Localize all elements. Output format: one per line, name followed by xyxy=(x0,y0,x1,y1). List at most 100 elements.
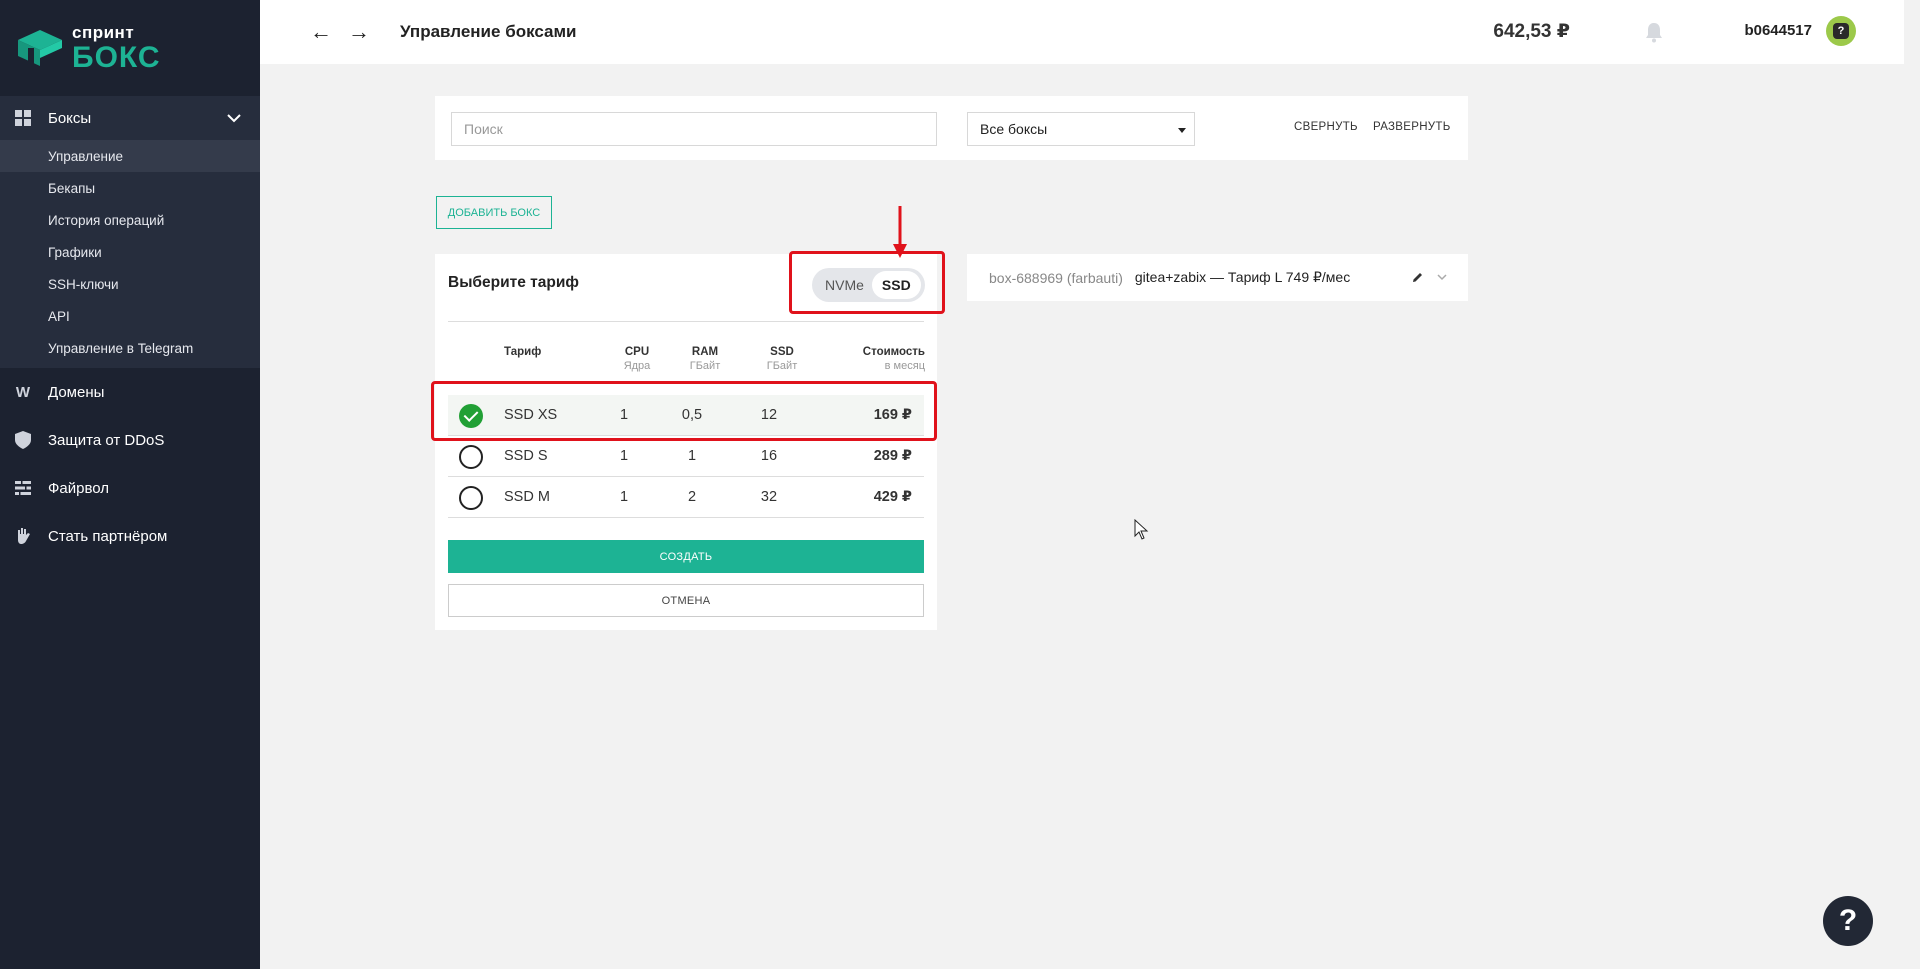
top-header: ← → Управление боксами 642,53 ₽ b0644517… xyxy=(260,0,1904,64)
back-arrow-button[interactable]: ← xyxy=(302,19,340,45)
tariff-row-ssd-s[interactable]: SSD S 1 1 16 289 ₽ xyxy=(448,436,924,476)
logo-mark-icon xyxy=(18,30,62,66)
disk-type-toggle[interactable]: NVMe SSD xyxy=(812,268,925,302)
tariff-price: 289 ₽ xyxy=(873,448,912,464)
box-name: gitea+zabix — Тариф L 749 ₽/мес xyxy=(1134,269,1351,285)
add-box-button[interactable]: ДОБАВИТЬ БОКС xyxy=(436,196,552,229)
tariff-ssd: 16 xyxy=(760,448,778,464)
divider xyxy=(448,321,924,322)
column-header-sub: ГБайт xyxy=(766,360,798,372)
column-header-ram: RAM ГБайт xyxy=(685,346,725,372)
tariff-title: Выберите тариф xyxy=(448,274,579,291)
collapse-all-button[interactable]: СВЕРНУТЬ xyxy=(1294,121,1358,133)
sidebar-item-label: Боксы xyxy=(48,109,92,127)
sidebar-subitem-graphs[interactable]: Графики xyxy=(0,236,260,268)
column-header-label: CPU xyxy=(624,346,650,358)
forward-arrow-button[interactable]: → xyxy=(340,19,378,45)
sidebar-subitem-ssh-keys[interactable]: SSH-ключи xyxy=(0,268,260,300)
radio-circle-icon[interactable] xyxy=(459,445,483,469)
sidebar-item-firewall[interactable]: Файрвол xyxy=(0,464,260,512)
arrow-down-icon xyxy=(893,206,907,258)
column-header-sub: Ядра xyxy=(623,360,651,372)
column-header-sub: ГБайт xyxy=(689,360,721,372)
tariff-ssd: 12 xyxy=(760,407,778,423)
box-id: box-688969 (farbauti) xyxy=(989,269,1123,286)
divider xyxy=(448,517,924,518)
column-header-label: Стоимость xyxy=(862,346,925,358)
chevron-up-icon[interactable] xyxy=(226,110,242,126)
column-header-tariff: Тариф xyxy=(504,346,541,358)
page-title: Управление боксами xyxy=(400,22,577,41)
tariff-ssd: 32 xyxy=(760,489,778,505)
sidebar-item-domains[interactable]: W Домены xyxy=(0,368,260,416)
w-icon: W xyxy=(15,383,31,401)
tariff-name: SSD S xyxy=(504,448,548,464)
scrollbar[interactable] xyxy=(1904,0,1920,969)
tariff-cpu: 1 xyxy=(619,407,629,423)
bell-icon[interactable] xyxy=(1644,21,1664,43)
sidebar-item-label: Домены xyxy=(48,383,105,401)
tariff-price: 429 ₽ xyxy=(873,489,912,505)
tariff-cpu: 1 xyxy=(619,448,629,464)
check-circle-icon[interactable] xyxy=(459,404,483,428)
sidebar-subitem-telegram[interactable]: Управление в Telegram xyxy=(0,332,260,364)
column-header-sub: в месяц xyxy=(884,360,925,372)
balance[interactable]: 642,53 ₽ xyxy=(1493,20,1570,43)
create-button[interactable]: СОЗДАТЬ xyxy=(448,540,924,573)
logo-top-text: спринт xyxy=(72,22,135,42)
box-card[interactable]: box-688969 (farbauti) gitea+zabix — Тари… xyxy=(967,254,1468,301)
column-header-price: Стоимость в месяц xyxy=(835,346,925,372)
sidebar-item-partner[interactable]: Стать партнёром xyxy=(0,512,260,560)
boxes-filter-select[interactable]: Все боксы xyxy=(967,112,1195,146)
tariff-ram: 2 xyxy=(687,489,697,505)
tariff-ram: 1 xyxy=(687,448,697,464)
toggle-option-nvme[interactable]: NVMe xyxy=(825,277,864,293)
tariff-ram: 0,5 xyxy=(681,407,703,423)
logo[interactable]: спринт БОКС xyxy=(0,0,260,96)
search-input[interactable] xyxy=(451,112,937,146)
sidebar-item-boxes[interactable]: Боксы xyxy=(0,96,260,140)
boxes-subnav: Управление Бекапы История операций Графи… xyxy=(0,140,260,368)
column-header-ssd: SSD ГБайт xyxy=(762,346,802,372)
expand-all-button[interactable]: РАЗВЕРНУТЬ xyxy=(1373,121,1451,133)
caret-down-icon xyxy=(1178,128,1186,133)
logo-bottom-text: БОКС xyxy=(72,40,161,74)
sidebar-item-label: Файрвол xyxy=(48,479,110,497)
sidebar-item-label: Защита от DDoS xyxy=(48,431,165,449)
sidebar-subitem-history[interactable]: История операций xyxy=(0,204,260,236)
column-header-cpu: CPU Ядра xyxy=(617,346,657,372)
avatar[interactable]: ? xyxy=(1826,16,1856,46)
shield-icon xyxy=(14,431,32,449)
select-value: Все боксы xyxy=(980,121,1048,137)
radio-circle-icon[interactable] xyxy=(459,486,483,510)
toggle-option-ssd[interactable]: SSD xyxy=(871,271,921,299)
tariff-name: SSD M xyxy=(504,489,550,505)
column-header-label: SSD xyxy=(770,346,794,358)
partner-hand-icon xyxy=(14,527,32,545)
avatar-glyph: ? xyxy=(1833,23,1849,39)
tariff-cpu: 1 xyxy=(619,489,629,505)
sidebar-subitem-management[interactable]: Управление xyxy=(0,140,260,172)
column-header-label: Тариф xyxy=(504,346,542,358)
sidebar-item-label: Стать партнёром xyxy=(48,527,168,545)
sidebar: спринт БОКС Боксы Управление Бекапы Исто… xyxy=(0,0,260,969)
username[interactable]: b0644517 xyxy=(1744,22,1812,39)
sidebar-subitem-backups[interactable]: Бекапы xyxy=(0,172,260,204)
boxes-section: Боксы Управление Бекапы История операций… xyxy=(0,96,260,368)
firewall-icon xyxy=(14,479,32,497)
tariff-panel: Выберите тариф NVMe SSD Тариф CPU Ядра RA… xyxy=(435,254,937,630)
pencil-icon[interactable] xyxy=(1412,271,1424,283)
grid-icon xyxy=(14,109,32,127)
tariff-row-ssd-xs[interactable]: SSD XS 1 0,5 12 169 ₽ xyxy=(448,395,924,435)
tariff-row-ssd-m[interactable]: SSD M 1 2 32 429 ₽ xyxy=(448,477,924,517)
sidebar-subitem-api[interactable]: API xyxy=(0,300,260,332)
tariff-name: SSD XS xyxy=(504,407,558,423)
filter-bar: Все боксы СВЕРНУТЬ РАЗВЕРНУТЬ xyxy=(435,96,1468,160)
column-header-label: RAM xyxy=(691,346,719,358)
mouse-cursor-icon xyxy=(1134,519,1149,540)
tariff-price: 169 ₽ xyxy=(873,407,912,423)
chevron-down-icon[interactable] xyxy=(1436,271,1448,283)
sidebar-item-ddos[interactable]: Защита от DDoS xyxy=(0,416,260,464)
help-button[interactable]: ? xyxy=(1823,896,1873,946)
cancel-button[interactable]: ОТМЕНА xyxy=(448,584,924,617)
